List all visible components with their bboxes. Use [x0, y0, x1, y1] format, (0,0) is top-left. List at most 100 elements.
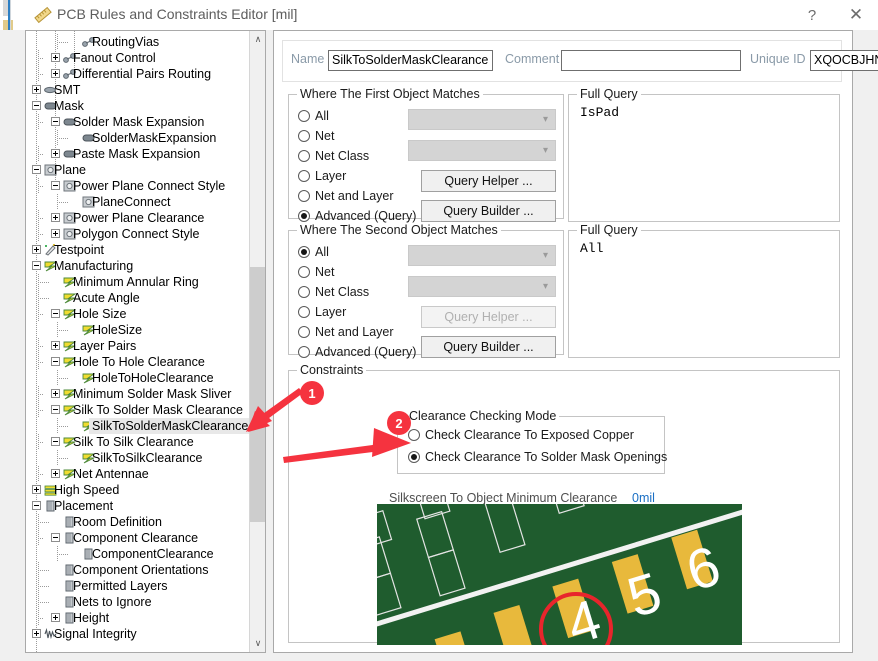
- tree-guide: [38, 74, 43, 75]
- collapse-icon[interactable]: [32, 165, 41, 174]
- tree-guide: [38, 218, 43, 219]
- radio-indicator: [298, 346, 310, 358]
- tree-item-label: Permitted Layers: [73, 579, 168, 593]
- tree-guide: [57, 330, 69, 331]
- expand-icon[interactable]: [51, 229, 60, 238]
- close-button[interactable]: ✕: [834, 0, 878, 30]
- tree-guide: [38, 410, 43, 411]
- expand-icon[interactable]: [51, 53, 60, 62]
- tree-item-label: Paste Mask Expansion: [73, 147, 201, 161]
- second-object-net-combo[interactable]: ▾: [408, 245, 556, 266]
- clearance-mode-title: Clearance Checking Mode: [406, 409, 560, 423]
- second-object-netclass-combo[interactable]: ▾: [408, 276, 556, 297]
- tree-guide: [57, 138, 69, 139]
- expand-icon[interactable]: [32, 245, 41, 254]
- tree-item-label: Component Clearance: [73, 531, 199, 545]
- expand-icon[interactable]: [51, 69, 60, 78]
- chevron-down-icon: ▾: [542, 281, 548, 292]
- tree-item-label: SMT: [54, 83, 81, 97]
- second-object-full-query-text[interactable]: All: [580, 241, 603, 256]
- collapse-icon[interactable]: [51, 533, 60, 542]
- tree-guide: [38, 570, 50, 571]
- tree-guide: [57, 202, 69, 203]
- tree-item-label: RoutingVias: [92, 35, 160, 49]
- expand-icon[interactable]: [32, 629, 41, 638]
- collapse-icon[interactable]: [51, 405, 60, 414]
- collapse-icon[interactable]: [32, 261, 41, 270]
- tree-item-label: Room Definition: [73, 515, 162, 529]
- constraints-group-title: Constraints: [297, 363, 367, 377]
- first-object-group-title: Where The First Object Matches: [297, 87, 483, 101]
- expand-icon[interactable]: [51, 389, 60, 398]
- expand-icon[interactable]: [51, 613, 60, 622]
- expand-icon[interactable]: [32, 85, 41, 94]
- radio-indicator: [408, 429, 420, 441]
- tree-guide: [38, 394, 43, 395]
- tree-item-label: HoleSize: [92, 323, 143, 337]
- radio-indicator: [298, 150, 310, 162]
- tree-item-label: Differential Pairs Routing: [73, 67, 212, 81]
- expand-icon[interactable]: [32, 485, 41, 494]
- first-object-full-query-text[interactable]: IsPad: [580, 105, 619, 120]
- pcb-rules-editor-window: PCB Rules and Constraints Editor [mil] ?…: [0, 0, 878, 661]
- tree-item-label: Layer Pairs: [73, 339, 137, 353]
- first-object-query-builder-button[interactable]: Query Builder ...: [421, 200, 556, 222]
- unique-id-input[interactable]: XQOCBJHN: [810, 50, 878, 71]
- radio-indicator: [298, 170, 310, 182]
- radio-label: Net: [315, 265, 335, 279]
- radio-label: Net and Layer: [315, 189, 394, 203]
- expand-icon[interactable]: [51, 341, 60, 350]
- tree-item-label: Hole Size: [73, 307, 127, 321]
- tree-item-label: High Speed: [54, 483, 120, 497]
- tree-scrollbar[interactable]: ∧ ∨: [249, 31, 265, 652]
- annotation-badge-1: 1: [300, 381, 324, 405]
- collapse-icon[interactable]: [32, 501, 41, 510]
- expand-icon[interactable]: [51, 213, 60, 222]
- tree-guide: [38, 314, 43, 315]
- second-object-query-builder-button[interactable]: Query Builder ...: [421, 336, 556, 358]
- collapse-icon[interactable]: [51, 181, 60, 190]
- radio-label: Net Class: [315, 285, 370, 299]
- collapse-icon[interactable]: [51, 357, 60, 366]
- collapse-icon[interactable]: [51, 437, 60, 446]
- tree-guide: [38, 58, 43, 59]
- min-clearance-value[interactable]: 0mil: [632, 491, 655, 505]
- tree-item-label: Polygon Connect Style: [73, 227, 200, 241]
- tree-item-label: Silk To Silk Clearance: [73, 435, 194, 449]
- radio-indicator: [298, 246, 310, 258]
- expand-icon[interactable]: [51, 149, 60, 158]
- help-button[interactable]: ?: [790, 0, 834, 30]
- first-object-net-combo[interactable]: ▾: [408, 109, 556, 130]
- radio-indicator: [298, 326, 310, 338]
- tree-item-label: SilkToSilkClearance: [92, 451, 203, 465]
- tree-item-label: Power Plane Connect Style: [73, 179, 226, 193]
- pcb-silkscreen-preview: 4 5 6: [377, 504, 742, 645]
- radio-label: All: [315, 109, 329, 123]
- scrollbar-thumb[interactable]: [250, 267, 265, 522]
- tree-item-label: HoleToHoleClearance: [92, 371, 214, 385]
- rules-tree[interactable]: RoutingVias Fanout Control Differential Pa…: [26, 31, 250, 652]
- tree-guide: [38, 618, 43, 619]
- comment-input[interactable]: [561, 50, 741, 71]
- tree-item-label: Testpoint: [54, 243, 105, 257]
- scroll-up-arrow[interactable]: ∧: [250, 31, 265, 48]
- tree-guide: [38, 538, 43, 539]
- full-query-title: Full Query: [577, 87, 641, 101]
- tree-item-label: Net Antennae: [73, 467, 149, 481]
- radio-label: Layer: [315, 305, 347, 319]
- radio-label: Check Clearance To Solder Mask Openings: [425, 450, 668, 464]
- tree-guide: [57, 42, 69, 43]
- collapse-icon[interactable]: [51, 117, 60, 126]
- collapse-icon[interactable]: [51, 309, 60, 318]
- first-object-query-helper-button[interactable]: Query Helper ...: [421, 170, 556, 192]
- rules-tree-panel[interactable]: RoutingVias Fanout Control Differential Pa…: [25, 30, 266, 653]
- name-input[interactable]: SilkToSolderMaskClearance: [328, 50, 493, 71]
- expand-icon[interactable]: [51, 469, 60, 478]
- tree-item-label: Minimum Annular Ring: [73, 275, 199, 289]
- first-object-netclass-combo[interactable]: ▾: [408, 140, 556, 161]
- tree-guide: [38, 586, 50, 587]
- tree-guide: [38, 186, 43, 187]
- collapse-icon[interactable]: [32, 101, 41, 110]
- scroll-down-arrow[interactable]: ∨: [250, 635, 265, 652]
- window-title: PCB Rules and Constraints Editor [mil]: [57, 6, 298, 22]
